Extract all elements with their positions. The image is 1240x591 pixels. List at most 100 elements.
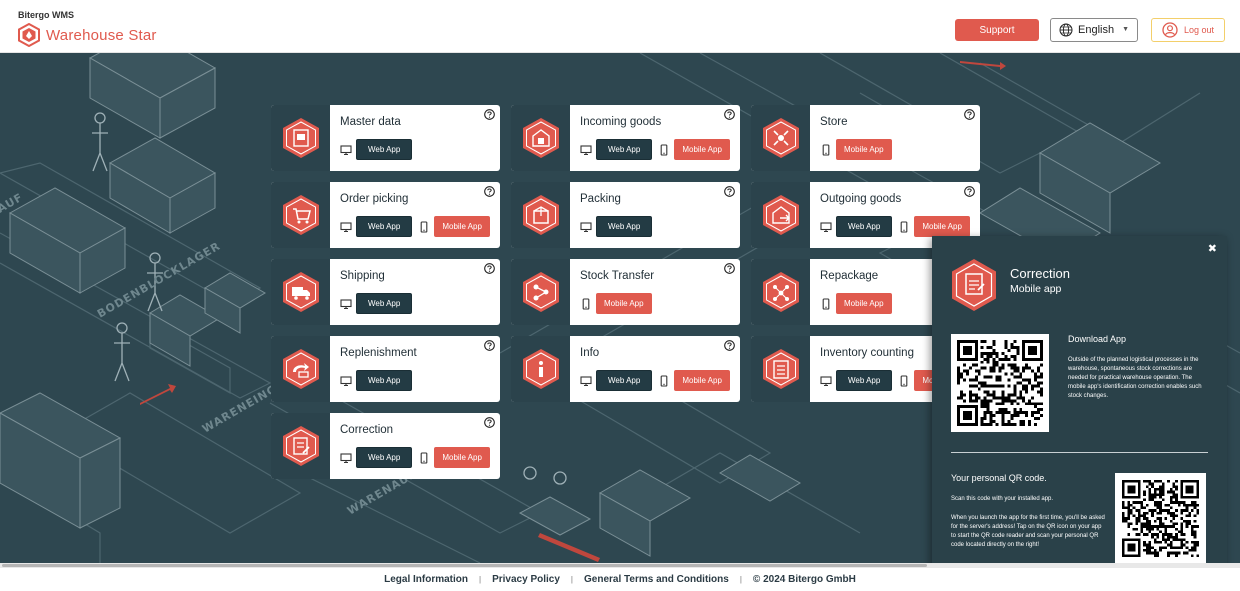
language-value: English	[1078, 24, 1115, 36]
card-title: Stock Transfer	[580, 270, 655, 282]
card-title: Info	[580, 347, 600, 359]
info-web-app-button[interactable]: Web App	[596, 370, 653, 391]
panel-title: Correction	[1010, 266, 1070, 281]
replenishment-web-app-button[interactable]: Web App	[356, 370, 413, 391]
correction-icon[interactable]	[271, 413, 330, 479]
order-picking-web-app-button[interactable]: Web App	[356, 216, 413, 237]
outgoing-goods-web-app-button[interactable]: Web App	[836, 216, 893, 237]
terms-link[interactable]: General Terms and Conditions	[584, 574, 729, 585]
monitor-icon	[340, 452, 352, 463]
outgoing-goods-icon[interactable]	[751, 182, 810, 248]
card-actions: Web App Mobile App	[580, 370, 730, 391]
scrollbar-thumb[interactable]	[2, 564, 927, 567]
packing-web-app-button[interactable]: Web App	[596, 216, 653, 237]
support-button[interactable]: Support	[955, 19, 1039, 41]
footer-separator: |	[570, 575, 573, 584]
correction-web-app-button[interactable]: Web App	[356, 447, 413, 468]
footer-separator: |	[479, 575, 482, 584]
module-card-packing: Packing Web App	[511, 182, 740, 248]
store-mobile-app-button[interactable]: Mobile App	[836, 139, 892, 160]
card-actions: Web App Mobi	[820, 370, 948, 391]
cart-icon[interactable]	[271, 182, 330, 248]
store-icon[interactable]	[751, 105, 810, 171]
card-title: Shipping	[340, 270, 385, 282]
smartphone-icon	[900, 374, 908, 387]
personal-qr-code	[1115, 473, 1206, 564]
monitor-icon	[340, 221, 352, 232]
card-title: Incoming goods	[580, 116, 662, 128]
help-icon[interactable]	[724, 186, 735, 197]
smartphone-icon	[420, 220, 428, 233]
incoming-goods-web-app-button[interactable]: Web App	[596, 139, 653, 160]
help-icon[interactable]	[484, 417, 495, 428]
card-actions: Web App Mobile App	[340, 447, 490, 468]
monitor-icon	[580, 221, 592, 232]
stock-transfer-mobile-app-button[interactable]: Mobile App	[596, 293, 652, 314]
help-icon[interactable]	[484, 340, 495, 351]
packing-icon[interactable]	[511, 182, 570, 248]
module-card-stock-transfer: Stock Transfer Mobile App	[511, 259, 740, 325]
inventory-icon[interactable]	[751, 336, 810, 402]
incoming-goods-icon[interactable]	[511, 105, 570, 171]
correction-info-panel: ✖ Correction Mobile app Download App Out…	[932, 236, 1227, 583]
truck-icon[interactable]	[271, 259, 330, 325]
chevron-down-icon: ▼	[1122, 26, 1129, 33]
info-mobile-app-button[interactable]: Mobile App	[674, 370, 730, 391]
monitor-icon	[820, 221, 832, 232]
panel-divider	[951, 452, 1208, 453]
card-actions: Web App	[340, 293, 418, 314]
logout-button[interactable]: Log out	[1151, 18, 1225, 42]
repackage-mobile-app-button[interactable]: Mobile App	[836, 293, 892, 314]
card-actions: Mobile App	[580, 293, 652, 314]
smartphone-icon	[660, 143, 668, 156]
transfer-icon[interactable]	[511, 259, 570, 325]
copyright: © 2024 Bitergo GmbH	[752, 574, 856, 585]
help-icon[interactable]	[724, 340, 735, 351]
privacy-policy-link[interactable]: Privacy Policy	[492, 574, 560, 585]
card-title: Repackage	[820, 270, 879, 282]
help-icon[interactable]	[484, 263, 495, 274]
help-icon[interactable]	[964, 109, 975, 120]
card-actions: Web App	[340, 139, 418, 160]
master-data-web-app-button[interactable]: Web App	[356, 139, 413, 160]
incoming-goods-mobile-app-button[interactable]: Mobile App	[674, 139, 730, 160]
card-title: Replenishment	[340, 347, 417, 359]
card-title: Inventory counting	[820, 347, 914, 359]
brand-name: Warehouse Star	[46, 26, 157, 44]
smartphone-icon	[822, 297, 830, 310]
module-card-shipping: Shipping Web App	[271, 259, 500, 325]
repackage-icon[interactable]	[751, 259, 810, 325]
inventory-counting-web-app-button[interactable]: Web App	[836, 370, 893, 391]
module-card-store: Store Mobile App	[751, 105, 980, 171]
outgoing-goods-mobile-app-button[interactable]: Mobile App	[914, 216, 970, 237]
legal-information-link[interactable]: Legal Information	[384, 574, 468, 585]
page-footer: Legal Information | Privacy Policy | Gen…	[0, 568, 1240, 591]
help-icon[interactable]	[484, 186, 495, 197]
card-title: Outgoing goods	[820, 193, 902, 205]
help-icon[interactable]	[484, 109, 495, 120]
download-app-qr-code	[951, 334, 1049, 432]
module-card-incoming-goods: Incoming goods Web App Mobile App	[511, 105, 740, 171]
brand-logo-link[interactable]: Warehouse Star	[18, 23, 157, 47]
card-actions: Web App Mobile App	[340, 216, 490, 237]
order-picking-mobile-app-button[interactable]: Mobile App	[434, 216, 490, 237]
monitor-icon	[580, 144, 592, 155]
help-icon[interactable]	[724, 263, 735, 274]
module-card-replenishment: Replenishment Web App	[271, 336, 500, 402]
close-icon[interactable]: ✖	[1208, 242, 1217, 255]
shipping-web-app-button[interactable]: Web App	[356, 293, 413, 314]
module-card-correction: Correction Web App Mobile App	[271, 413, 500, 479]
smartphone-icon	[582, 297, 590, 310]
help-icon[interactable]	[724, 109, 735, 120]
bg-text-wareneing: WARENEING	[200, 382, 279, 435]
help-icon[interactable]	[964, 186, 975, 197]
personal-qr-help-text: When you launch the app for the first ti…	[951, 515, 1105, 548]
correction-mobile-app-button[interactable]: Mobile App	[434, 447, 490, 468]
master-data-icon[interactable]	[271, 105, 330, 171]
language-select[interactable]: English ▼	[1050, 18, 1138, 42]
replenishment-icon[interactable]	[271, 336, 330, 402]
user-icon	[1162, 22, 1178, 38]
monitor-icon	[820, 375, 832, 386]
module-card-info: Info Web App Mobile App	[511, 336, 740, 402]
info-icon[interactable]	[511, 336, 570, 402]
